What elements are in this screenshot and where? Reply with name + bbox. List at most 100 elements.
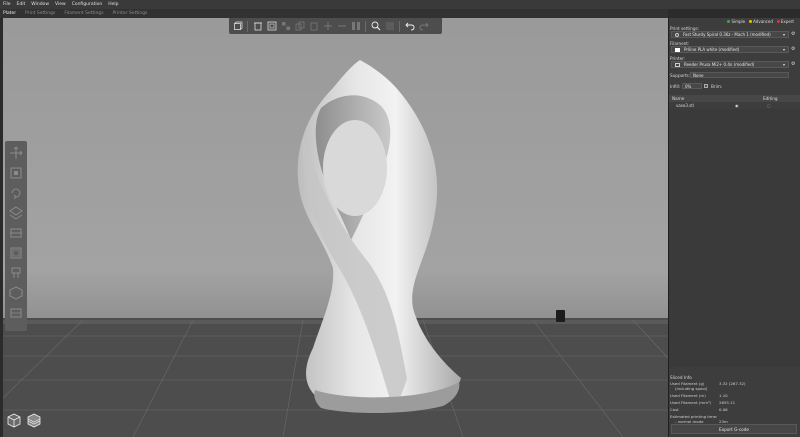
gear-icon[interactable]: ⚙ [791,61,797,67]
menu-edit[interactable]: Edit [17,2,26,7]
rotate-tool-button[interactable] [8,185,24,201]
mode-selector: Simple Advanced Expert [727,19,794,24]
gear-icon[interactable]: ⚙ [791,31,797,37]
3d-view-button[interactable] [5,411,23,429]
brim-checkbox[interactable] [704,84,708,88]
printer-combo[interactable]: Reeder Prusa Mi2+ 0.4n (modified) ▾ [671,61,789,68]
remove-instance-button[interactable] [336,21,347,32]
toolbar-separator [399,20,400,32]
paste-button[interactable] [308,21,319,32]
eye-icon[interactable]: ◉ [735,103,739,108]
info-value: 2655.11 [719,400,736,405]
print-settings-value: Fast Sturdy Spiral 0.36z - Mach 1 (modif… [683,32,771,37]
scale-icon [10,167,22,179]
seam-icon [9,286,23,300]
gear-icon[interactable]: ⚙ [791,46,797,52]
supports-combo[interactable]: None [690,72,789,78]
copy-button[interactable] [294,21,305,32]
preview-view-button[interactable] [25,411,43,429]
supports-tool-button[interactable] [8,265,24,281]
edit-icon[interactable]: ◌ [767,103,771,108]
info-value: 3.32 (267.32) [719,381,746,386]
cut-tool-button[interactable] [8,225,24,241]
object-name: vase3.stl [676,103,694,108]
info-value: 0.06 [719,407,728,412]
view-toggles [5,411,43,429]
brim-label: Brim: [711,84,723,89]
rotate-icon [11,188,21,200]
layers-preview-icon [27,413,41,428]
move-icon [10,146,23,159]
layers-editing-button[interactable] [384,21,395,32]
chevron-down-icon: ▾ [782,47,785,52]
infill-value: 0% [685,83,692,89]
menu-file[interactable]: File [3,2,11,7]
arrange-button[interactable] [280,21,291,32]
tab-plater[interactable]: Plater [3,11,16,16]
export-gcode-button[interactable]: Export G-code [671,424,797,434]
delete-all-button[interactable] [266,21,277,32]
menu-window[interactable]: Window [31,2,49,7]
undo-button[interactable] [404,21,415,32]
filament-combo[interactable]: Prlline PLA white (modified) ▾ [671,46,789,53]
mode-label: Expert [780,19,794,24]
mode-expert[interactable]: Expert [776,19,794,24]
mmu-icon [10,308,22,318]
paste-icon [310,22,317,31]
place-on-face-button[interactable] [8,205,24,221]
name-column-header[interactable]: Name [672,96,684,101]
printer-value: Reeder Prusa Mi2+ 0.4n (modified) [684,62,755,67]
mmu-tool-button[interactable] [8,305,24,321]
search-button[interactable] [370,21,381,32]
info-key: Used Filament (m) [670,393,706,398]
scale-tool-button[interactable] [8,165,24,181]
undo-icon [404,22,414,31]
redo-button[interactable] [418,21,429,32]
scene-canvas [3,60,668,437]
seam-tool-button[interactable] [8,285,24,301]
infill-combo[interactable]: 0% [682,83,702,89]
infill-label: Infill: [670,84,681,89]
settings-dot-icon [675,32,679,37]
mode-label: Simple [731,19,746,24]
add-instance-button[interactable] [322,21,333,32]
delete-button[interactable] [252,21,263,32]
sliced-info-title: Sliced Info [670,375,692,380]
mode-dot [749,20,753,23]
hollow-icon [10,247,22,259]
mode-advanced[interactable]: Advanced [749,19,773,24]
print-settings-combo[interactable]: Fast Sturdy Spiral 0.36z - Mach 1 (modif… [671,31,789,38]
plus-icon [323,22,332,30]
tab-print-settings[interactable]: Print Settings [25,11,55,16]
chevron-down-icon: ▾ [782,62,785,67]
delete-all-icon [267,21,276,31]
supports-value: None [693,72,704,78]
3d-viewport[interactable] [3,18,668,437]
printer-icon [675,62,680,67]
tab-filament-settings[interactable]: Filament Settings [64,11,103,16]
add-cube-icon [233,21,242,30]
copy-icon [295,21,304,31]
place-on-face-icon [9,206,23,220]
layers-icon [385,22,394,30]
hollow-tool-button[interactable] [8,245,24,261]
tab-printer-settings[interactable]: Printer Settings [113,11,148,16]
object-row[interactable]: vase3.stl ◉ ◌ [669,102,800,109]
toolbar-separator [247,20,248,32]
object-list-header: Name Editing [669,95,800,102]
delete-icon [253,22,262,31]
menu-view[interactable]: View [55,2,66,7]
info-value: 1.10 [719,393,728,398]
menu-configuration[interactable]: Configuration [72,2,103,7]
move-tool-button[interactable] [8,145,24,161]
chevron-down-icon: ▾ [782,32,785,37]
wipe-tower [556,310,565,322]
mode-simple[interactable]: Simple [727,19,745,24]
menu-help[interactable]: Help [108,2,118,7]
add-button[interactable] [232,21,243,32]
filament-color-swatch [675,47,680,52]
split-icon [351,22,360,30]
split-objects-button[interactable] [350,21,361,32]
editing-column-header[interactable]: Editing [763,96,778,101]
slicer-window: File Edit Window View Configuration Help… [0,0,800,437]
